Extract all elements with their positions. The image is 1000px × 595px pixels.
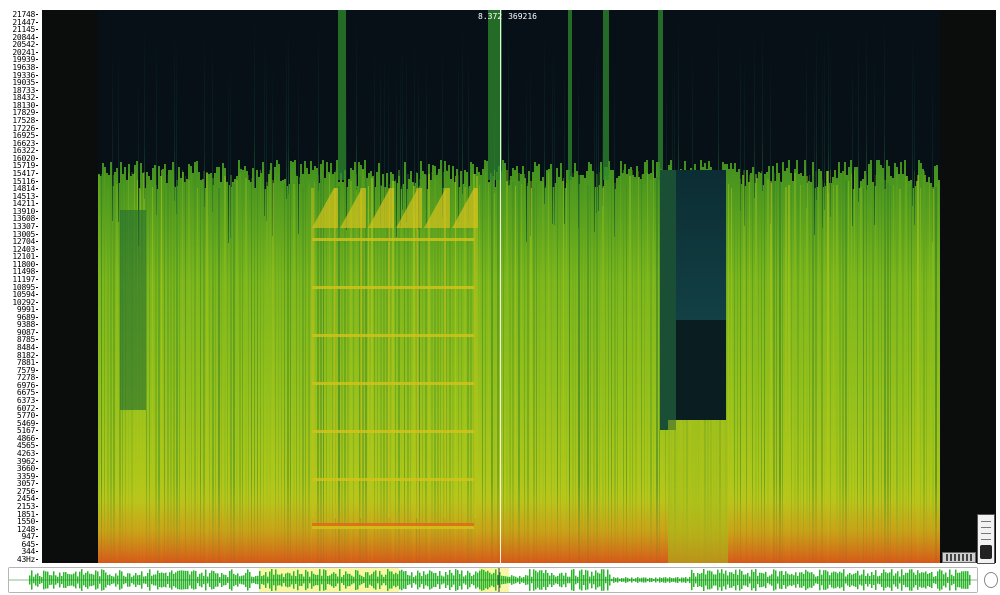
cursor-time: 8.372 (478, 12, 503, 21)
scroll-indicator-icon[interactable] (984, 572, 998, 588)
zoom-notch (981, 533, 991, 534)
frequency-axis: 21748 21447 21145 20844 20542 20241 19939 19638… (10, 11, 40, 564)
spectrogram-view[interactable] (98, 10, 940, 563)
right-gutter (940, 10, 996, 563)
waveform-image[interactable] (9, 568, 977, 592)
level-meter (942, 552, 976, 563)
zoom-notch (981, 539, 991, 540)
zoom-notch (981, 527, 991, 528)
cursor-frequency: 369216 (508, 12, 537, 21)
left-gutter (42, 10, 98, 563)
spectrogram-image[interactable] (98, 10, 940, 563)
waveform-overview[interactable] (8, 567, 978, 593)
frequency-tick-label: 43Hz (17, 556, 38, 564)
playhead-cursor[interactable] (500, 10, 501, 563)
zoom-slider-icon[interactable] (977, 514, 995, 564)
zoom-notch (981, 521, 991, 522)
zoom-knob[interactable] (980, 545, 992, 559)
cursor-readout: 8.372 369216 (478, 12, 537, 21)
